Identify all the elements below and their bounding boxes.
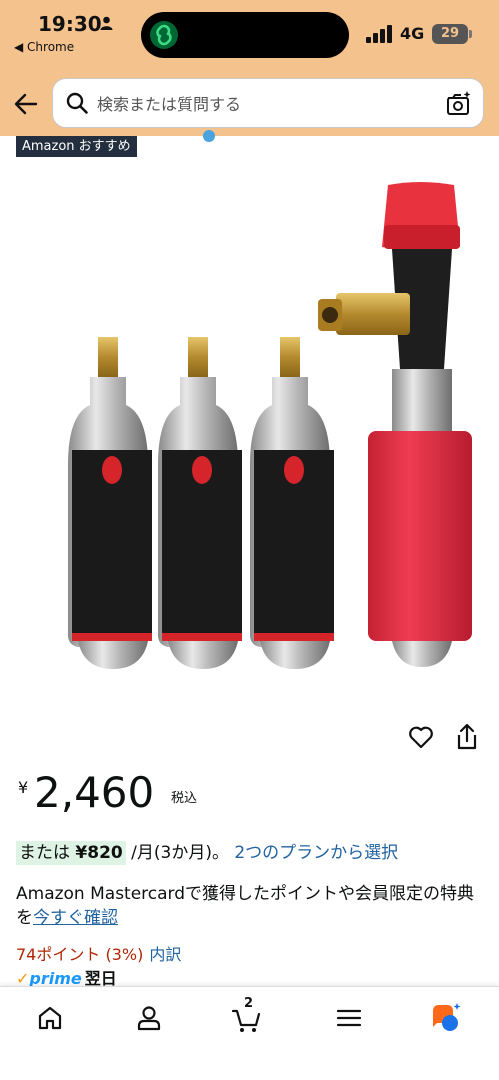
wishlist-heart-icon[interactable] [408, 725, 434, 749]
installment-plan: または ¥820 /月(3か月)。 2つのプランから選択 [16, 838, 398, 865]
status-bar: 19:30 ◀ Chrome 4G 29 [0, 0, 499, 66]
menu-icon[interactable] [332, 1001, 366, 1035]
camera-search-icon[interactable] [445, 90, 473, 118]
cart-button[interactable]: 2 [230, 996, 264, 1035]
price-currency: ¥ [18, 778, 29, 797]
co2-cartridge [68, 337, 152, 669]
battery-icon: 29 [432, 24, 468, 44]
check-now-link[interactable]: 今すぐ確認 [33, 908, 118, 928]
tax-label: 税込 [171, 791, 198, 806]
dynamic-island [141, 12, 349, 58]
mastercard-promo: Amazon Mastercardで獲得したポイントや会員限定の特典を今すぐ確認 [16, 882, 486, 930]
search-input[interactable] [97, 90, 427, 118]
recommendation-badge: Amazon おすすめ [16, 136, 137, 157]
points-breakdown-link[interactable]: 内訳 [149, 945, 181, 964]
prime-delivery: ✓prime 翌日 [16, 965, 117, 988]
search-icon [66, 92, 88, 114]
status-time: 19:30 [38, 12, 102, 36]
installment-term: /月(3か月)。 [131, 843, 229, 863]
installment-amount: ¥820 [75, 843, 123, 863]
cart-count: 2 [244, 996, 254, 1011]
image-indicator-dot [203, 130, 215, 142]
account-icon[interactable] [132, 1001, 166, 1035]
co2-cartridge [250, 337, 334, 669]
rufus-assistant-icon[interactable] [428, 1001, 462, 1035]
points-info: 74ポイント (3%) 内訳 [16, 941, 181, 965]
product-image[interactable] [20, 165, 480, 705]
share-icon[interactable] [455, 723, 479, 751]
back-arrow-icon[interactable] [12, 90, 40, 118]
co2-inflator [318, 182, 472, 667]
person-icon [100, 16, 113, 30]
installment-prefix: または [19, 843, 70, 863]
battery-nub [469, 30, 472, 38]
co2-cartridge [158, 337, 242, 669]
home-icon[interactable] [33, 1001, 67, 1035]
app-header: 19:30 ◀ Chrome 4G 29 [0, 0, 499, 136]
link-icon [150, 21, 178, 49]
plan-select-link[interactable]: 2つのプランから選択 [234, 843, 398, 863]
installment-highlight: または ¥820 [16, 841, 126, 865]
bottom-nav: 2 [0, 986, 499, 1080]
price-value: 2,460 [34, 768, 155, 817]
search-bar[interactable] [52, 78, 484, 128]
back-to-app-link[interactable]: ◀ Chrome [14, 40, 74, 54]
signal-icon [366, 25, 392, 43]
network-type: 4G [400, 24, 425, 43]
points-value: 74ポイント (3%) [16, 945, 144, 964]
